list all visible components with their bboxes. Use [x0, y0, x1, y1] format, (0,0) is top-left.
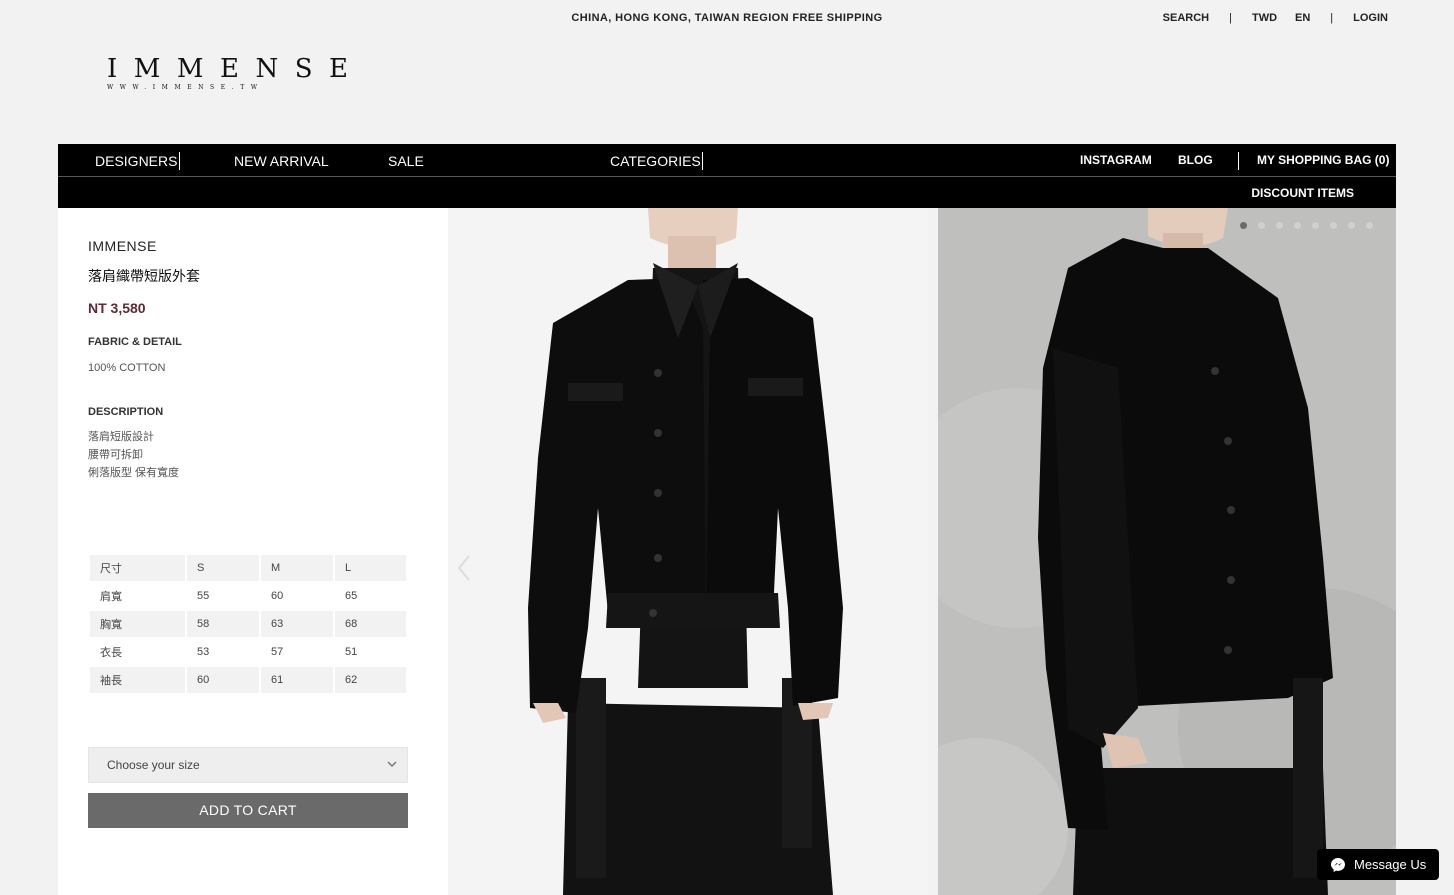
- main-nav: DESIGNERS NEW ARRIVAL SALE CATEGORIES IN…: [58, 144, 1396, 208]
- nav-sale[interactable]: SALE: [388, 153, 424, 169]
- nav-divider: [1238, 152, 1239, 170]
- carousel-dot[interactable]: [1348, 222, 1355, 229]
- product-brand[interactable]: IMMENSE: [88, 238, 157, 254]
- product-image-front: [448, 208, 928, 895]
- product-info-panel: IMMENSE 落肩織帶短版外套 NT 3,580 FABRIC & DETAI…: [58, 208, 448, 895]
- nav-primary-row: DESIGNERS NEW ARRIVAL SALE CATEGORIES IN…: [58, 144, 1396, 177]
- carousel-dot[interactable]: [1312, 222, 1319, 229]
- carousel-dots: [1240, 222, 1373, 229]
- table-cell: 60: [261, 583, 333, 609]
- divider: |: [1330, 12, 1334, 24]
- site-logo[interactable]: IMMENSE WWW.IMMENSE.TW: [107, 56, 367, 92]
- description-label: DESCRIPTION: [88, 406, 164, 418]
- table-cell: 62: [335, 667, 406, 693]
- table-cell: 胸寬: [90, 611, 185, 637]
- table-cell: 68: [335, 611, 406, 637]
- size-chart: 尺寸 S M L 肩寬 55 60 65 胸寬 58 63 68 衣長 53 5…: [88, 553, 408, 695]
- table-row: 衣長 53 57 51: [90, 639, 406, 665]
- table-cell: 57: [261, 639, 333, 665]
- nav-discount-items[interactable]: DISCOUNT ITEMS: [1251, 186, 1354, 200]
- language-selector[interactable]: EN: [1295, 12, 1310, 24]
- carousel-dot[interactable]: [1276, 222, 1283, 229]
- fabric-value: 100% COTTON: [88, 362, 166, 374]
- table-cell: 袖長: [90, 667, 185, 693]
- carousel-dot[interactable]: [1240, 222, 1247, 229]
- table-row: 袖長 60 61 62: [90, 667, 406, 693]
- jacket-front-illustration: [528, 208, 843, 895]
- description-line: 腰帶可拆卸: [88, 449, 143, 461]
- table-cell: M: [261, 555, 333, 581]
- nav-divider: [702, 152, 703, 170]
- product-price: NT 3,580: [88, 300, 146, 316]
- table-cell: 衣長: [90, 639, 185, 665]
- carousel-dot[interactable]: [1366, 222, 1373, 229]
- table-cell: 60: [187, 667, 259, 693]
- top-bar: CHINA, HONG KONG, TAIWAN REGION FREE SHI…: [0, 0, 1454, 36]
- messenger-label: Message Us: [1354, 857, 1427, 872]
- table-cell: 肩寬: [90, 583, 185, 609]
- fabric-label: FABRIC & DETAIL: [88, 336, 182, 348]
- product-image-side: [938, 208, 1396, 895]
- nav-categories[interactable]: CATEGORIES: [610, 153, 701, 169]
- messenger-icon: [1331, 857, 1345, 872]
- table-cell: 58: [187, 611, 259, 637]
- table-cell: 尺寸: [90, 555, 185, 581]
- table-cell: 61: [261, 667, 333, 693]
- nav-instagram[interactable]: INSTAGRAM: [1080, 153, 1152, 167]
- top-links: SEARCH | TWD EN | LOGIN: [1163, 12, 1388, 24]
- login-link[interactable]: LOGIN: [1353, 12, 1388, 24]
- description-line: 俐落版型 保有寬度: [88, 467, 180, 479]
- carousel-dot[interactable]: [1294, 222, 1301, 229]
- table-cell: 53: [187, 639, 259, 665]
- nav-blog[interactable]: BLOG: [1178, 153, 1213, 167]
- description-line: 落肩短版設計: [88, 431, 154, 443]
- add-to-cart-button[interactable]: ADD TO CART: [88, 793, 408, 828]
- search-link[interactable]: SEARCH: [1163, 12, 1209, 24]
- table-cell: S: [187, 555, 259, 581]
- product-name: 落肩織帶短版外套: [88, 268, 200, 284]
- chevron-left-icon[interactable]: [454, 553, 474, 583]
- table-cell: 65: [335, 583, 406, 609]
- logo-wordmark: IMMENSE: [107, 54, 365, 84]
- table-cell: 51: [335, 639, 406, 665]
- table-cell: 55: [187, 583, 259, 609]
- size-chart-header: 尺寸 S M L: [90, 555, 406, 581]
- table-row: 肩寬 55 60 65: [90, 583, 406, 609]
- table-row: 胸寬 58 63 68: [90, 611, 406, 637]
- nav-new-arrival[interactable]: NEW ARRIVAL: [234, 153, 329, 169]
- divider: |: [1229, 12, 1232, 24]
- messenger-chat-button[interactable]: Message Us: [1317, 849, 1439, 880]
- nav-shopping-bag[interactable]: MY SHOPPING BAG (0): [1257, 153, 1389, 167]
- chevron-down-icon: [387, 761, 397, 768]
- jacket-side-illustration: [938, 208, 1396, 895]
- size-select[interactable]: Choose your size: [88, 747, 408, 783]
- nav-designers[interactable]: DESIGNERS: [95, 153, 177, 169]
- description-text: 落肩短版設計 腰帶可拆卸 俐落版型 保有寬度: [88, 428, 179, 482]
- carousel-dot[interactable]: [1330, 222, 1337, 229]
- table-cell: L: [335, 555, 406, 581]
- nav-divider: [179, 152, 180, 170]
- table-cell: 63: [261, 611, 333, 637]
- size-select-placeholder: Choose your size: [107, 758, 200, 772]
- logo-url: WWW.IMMENSE.TW: [107, 84, 264, 91]
- currency-selector[interactable]: TWD: [1252, 12, 1277, 24]
- carousel-dot[interactable]: [1258, 222, 1265, 229]
